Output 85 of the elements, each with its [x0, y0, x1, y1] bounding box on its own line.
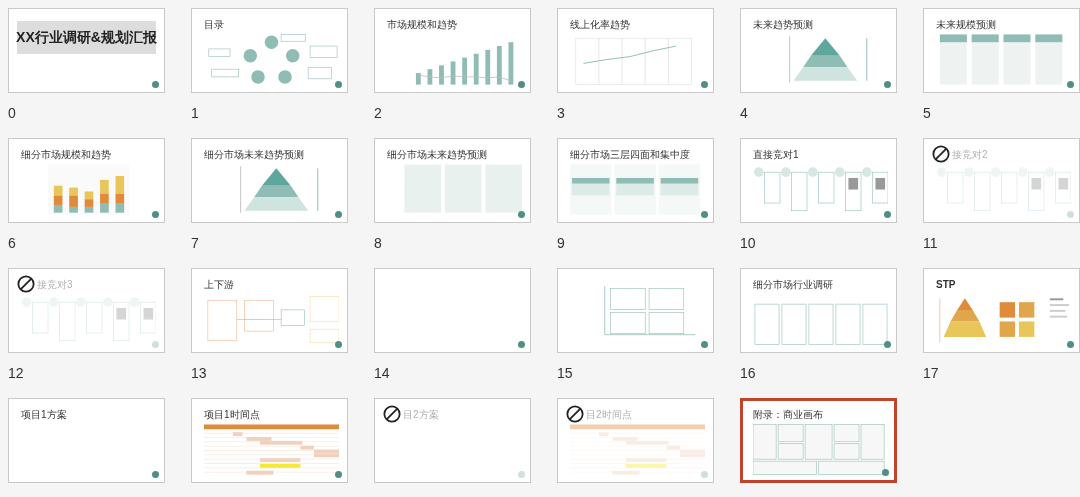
logo-icon	[884, 81, 891, 88]
logo-icon	[701, 81, 708, 88]
logo-icon	[518, 341, 525, 348]
slide-number: 14	[374, 365, 390, 381]
slide-title: 接竞对2	[952, 149, 988, 161]
slide-number: 9	[557, 235, 565, 251]
slide-thumbnail[interactable]: 线上化率趋势	[557, 8, 714, 93]
slide-thumbnail[interactable]: 未来趋势预测	[740, 8, 897, 93]
slide-number: 15	[557, 365, 573, 381]
logo-icon	[518, 471, 525, 478]
slide-title: STP	[936, 279, 956, 291]
slide-number: 13	[191, 365, 207, 381]
slide-number: 3	[557, 105, 565, 121]
slide-number: 7	[191, 235, 199, 251]
logo-icon	[518, 211, 525, 218]
slide-number: 16	[740, 365, 756, 381]
slide-thumbnail[interactable]: 细分市场行业调研	[740, 268, 897, 353]
skip-icon	[566, 405, 584, 423]
slide-thumbnail[interactable]: 未来规模预测	[923, 8, 1080, 93]
logo-icon	[882, 469, 889, 476]
logo-icon	[152, 81, 159, 88]
logo-icon	[1067, 81, 1074, 88]
slide-title: 项目1时间点	[204, 409, 260, 421]
slide-thumbnail[interactable]: 项目1方案	[8, 398, 165, 483]
slide-thumbnail[interactable]	[374, 268, 531, 353]
slide-title: 目2时间点	[586, 409, 632, 421]
slide-thumbnail[interactable]: 项目1时间点	[191, 398, 348, 483]
slide-thumbnail[interactable]: 市场规模和趋势	[374, 8, 531, 93]
logo-icon	[884, 341, 891, 348]
slide-number: 11	[923, 235, 938, 251]
slide-thumbnail[interactable]: 细分市场三层四面和集中度	[557, 138, 714, 223]
slide-thumbnail[interactable]	[557, 268, 714, 353]
slide-thumbnail[interactable]: 附录：商业画布	[740, 398, 897, 483]
skip-icon	[383, 405, 401, 423]
skip-icon	[932, 145, 950, 163]
slide-title: 直接竞对1	[753, 149, 799, 161]
slide-number: 4	[740, 105, 748, 121]
logo-icon	[884, 211, 891, 218]
slide-thumbnail[interactable]: 细分市场未来趋势预测	[191, 138, 348, 223]
slide-number: 10	[740, 235, 756, 251]
slide-number: 2	[374, 105, 382, 121]
slide-number: 0	[8, 105, 16, 121]
slide-thumbnail[interactable]: 目录	[191, 8, 348, 93]
logo-icon	[1067, 211, 1074, 218]
logo-icon	[701, 471, 708, 478]
slide-title: 项目1方案	[21, 409, 67, 421]
skip-icon	[17, 275, 35, 293]
logo-icon	[335, 211, 342, 218]
slide-title: 上下游	[204, 279, 234, 291]
slide-number: 6	[8, 235, 16, 251]
logo-icon	[152, 471, 159, 478]
slide-number: 5	[923, 105, 931, 121]
slide-title: 细分市场三层四面和集中度	[570, 149, 690, 161]
slide-number: 17	[923, 365, 939, 381]
slide-thumbnail[interactable]: 细分市场未来趋势预测	[374, 138, 531, 223]
slide-title: 细分市场未来趋势预测	[387, 149, 487, 161]
slide-title: 附录：商业画布	[753, 409, 823, 421]
slide-number: 1	[191, 105, 199, 121]
slide-title: 市场规模和趋势	[387, 19, 457, 31]
logo-icon	[152, 211, 159, 218]
slide-title: 线上化率趋势	[570, 19, 630, 31]
logo-icon	[701, 341, 708, 348]
slide-title: 细分市场行业调研	[753, 279, 833, 291]
logo-icon	[1067, 341, 1074, 348]
slide-title: 目录	[204, 19, 224, 31]
slide-number: 12	[8, 365, 24, 381]
logo-icon	[518, 81, 525, 88]
slide-title: 未来规模预测	[936, 19, 996, 31]
slide-title: 目2方案	[403, 409, 439, 421]
slide-thumbnail[interactable]: STP	[923, 268, 1080, 353]
logo-icon	[335, 471, 342, 478]
logo-icon	[152, 341, 159, 348]
slide-thumbnail[interactable]: 细分市场规模和趋势	[8, 138, 165, 223]
slide-thumbnail[interactable]: 上下游	[191, 268, 348, 353]
slide-title: 接竞对3	[37, 279, 73, 291]
slide-title: 未来趋势预测	[753, 19, 813, 31]
logo-icon	[701, 211, 708, 218]
slide-thumbnail[interactable]: 直接竞对1	[740, 138, 897, 223]
slide-title: XX行业调研&规划汇报	[16, 28, 157, 47]
slide-number: 8	[374, 235, 382, 251]
logo-icon	[335, 341, 342, 348]
slide-title: 细分市场规模和趋势	[21, 149, 111, 161]
slide-thumbnail[interactable]: XX行业调研&规划汇报	[8, 8, 165, 93]
logo-icon	[335, 81, 342, 88]
slide-title: 细分市场未来趋势预测	[204, 149, 304, 161]
